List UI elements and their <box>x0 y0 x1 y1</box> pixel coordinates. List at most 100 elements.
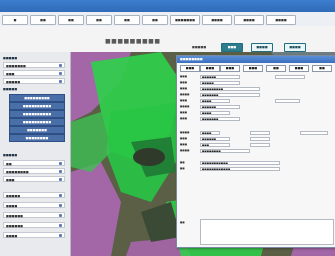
sidebar-item-label: ■■■ <box>6 178 15 182</box>
form-row: ■■ ■■■■■■■■■■■■ <box>180 167 332 171</box>
sidebar-item-11[interactable]: ■■■■ <box>3 232 65 238</box>
sidebar-item-label: ■■■■■■■■ <box>6 170 29 174</box>
sidebar-subbutton-6[interactable]: ■■■■■■■■ <box>9 134 65 142</box>
dialog-button-4[interactable]: ■■■ <box>243 65 263 72</box>
sidebar-section-1-title: ■■■■■ <box>3 56 18 60</box>
sidebar-item-8[interactable]: ■■■■ <box>3 202 65 208</box>
expand-icon <box>59 64 62 67</box>
field-label: ■■ <box>180 161 185 164</box>
field-input[interactable]: ■■■■■■■■■ <box>200 87 260 91</box>
sidebar-subbutton-2[interactable]: ■■■■■■■■■■ <box>9 102 65 110</box>
sidebar-item-label: ■■■■■■ <box>6 214 24 218</box>
menu-item-3[interactable]: ■■ <box>58 15 84 25</box>
menu-item-10[interactable]: ■■■■ <box>266 15 296 25</box>
form-row: ■■■■■■■■■■■■ <box>180 149 332 153</box>
field-input[interactable]: ■■■■■■■ <box>200 117 240 121</box>
sidebar-item-4[interactable]: ■■ <box>3 160 65 166</box>
field-label: ■■■ <box>180 81 188 84</box>
sidebar-item-label: ■■■■■■■ <box>6 64 26 68</box>
sidebar-item-10[interactable]: ■■■■■■ <box>3 222 65 228</box>
sidebar-item-9[interactable]: ■■■■■■ <box>3 212 65 218</box>
title-bar <box>0 0 335 12</box>
menu-item-6[interactable]: ■■ <box>142 15 168 25</box>
expand-icon <box>59 194 62 197</box>
sidebar-item-label: ■■ <box>6 162 12 166</box>
field-input[interactable]: ■■■■■■■■■■■■ <box>200 167 280 171</box>
field-input[interactable]: ■■■■■■ <box>200 105 240 109</box>
field-label: ■■■ <box>180 143 188 146</box>
sidebar-item-label: ■■■■■ <box>6 194 21 198</box>
form-row: ■■■■ ■■■■■■■ <box>180 93 332 97</box>
dialog-title: ■■■■■■■■ <box>177 56 335 63</box>
field-input[interactable]: ■■■■■■ <box>200 137 230 141</box>
expand-icon <box>59 204 62 207</box>
sidebar-item-5[interactable]: ■■■■■■■■ <box>3 168 65 174</box>
sidebar-section-3-title: ■■■■■ <box>3 153 18 157</box>
field-input-secondary[interactable] <box>250 143 270 147</box>
expand-icon <box>59 162 62 165</box>
expand-icon <box>59 178 62 181</box>
field-input-secondary[interactable] <box>275 75 305 79</box>
field-label: ■■■ <box>180 111 188 114</box>
sidebar-subbutton-5[interactable]: ■■■■■■■ <box>9 126 65 134</box>
field-input[interactable]: ■■■■■■■■ <box>200 149 250 153</box>
menu-item-5[interactable]: ■■ <box>114 15 140 25</box>
sidebar-item-6[interactable]: ■■■ <box>3 176 65 182</box>
menu-item-2[interactable]: ■■ <box>30 15 56 25</box>
sidebar-item-7[interactable]: ■■■■■ <box>3 192 65 198</box>
menu-item-1[interactable]: ■ <box>2 15 28 25</box>
sidebar-item-label: ■■■■ <box>6 234 18 238</box>
toolbar-button-1[interactable]: ■■■ <box>221 43 243 52</box>
menu-item-4[interactable]: ■■ <box>86 15 112 25</box>
field-input[interactable]: ■■■■ <box>200 131 220 135</box>
dialog-button-3[interactable]: ■■■ <box>220 65 240 72</box>
field-input[interactable]: ■■■■■■■■■■■ <box>200 161 280 165</box>
field-input[interactable]: ■■■ <box>200 143 230 147</box>
field-input[interactable]: ■■■■ <box>200 111 230 115</box>
sidebar-item-1[interactable]: ■■■■■■■ <box>3 62 65 68</box>
sidebar-item-2[interactable]: ■■■ <box>3 70 65 76</box>
menu-item-8[interactable]: ■■■■ <box>202 15 232 25</box>
note-label: ■■ <box>180 221 185 224</box>
expand-icon <box>59 170 62 173</box>
dialog-button-1[interactable]: ■■■ <box>180 65 200 72</box>
form-row: ■■■■■■■■ <box>180 81 332 85</box>
form-row: ■■■ ■■■■ <box>180 99 332 103</box>
field-input-secondary[interactable] <box>250 131 270 135</box>
form-row: ■■■■■■■■■■ <box>180 105 332 109</box>
form-row: ■■■■■■■■■■ <box>180 117 332 121</box>
field-input-secondary[interactable] <box>275 99 300 103</box>
field-label: ■■■■ <box>180 93 190 96</box>
sidebar-item-label: ■■■■ <box>6 204 18 208</box>
field-input-secondary[interactable] <box>250 137 270 141</box>
toolbar-button-2[interactable]: ■■■■ <box>251 43 273 52</box>
field-input-secondary[interactable] <box>300 131 328 135</box>
expand-icon <box>59 214 62 217</box>
expand-icon <box>59 234 62 237</box>
field-label: ■■■■ <box>180 131 190 134</box>
field-input[interactable]: ■■■■ <box>200 99 230 103</box>
field-label: ■■■ <box>180 117 188 120</box>
sidebar-item-label: ■■■ <box>6 72 15 76</box>
expand-icon <box>59 80 62 83</box>
dialog-button-7[interactable]: ■■ <box>312 65 332 72</box>
menu-item-9[interactable]: ■■■■ <box>234 15 264 25</box>
dialog-button-6[interactable]: ■■■ <box>289 65 309 72</box>
field-input[interactable]: ■■■■■■■ <box>200 93 260 97</box>
form-row: ■■ ■■■■■■■■■■■ <box>180 161 332 165</box>
note-textarea[interactable] <box>200 219 334 245</box>
field-input[interactable]: ■■■■■ <box>200 81 240 85</box>
form-row: ■■■ ■■■■■■ <box>180 137 332 141</box>
toolbar-button-3[interactable]: ■■■■ <box>284 43 306 52</box>
toolbar-label: ■■■■■ <box>192 45 207 49</box>
dialog-button-5[interactable]: ■■ <box>266 65 286 72</box>
sidebar-subbutton-3[interactable]: ■■■■■■■■■■ <box>9 110 65 118</box>
sidebar-subbutton-1[interactable]: ■■■■■■■■■ <box>9 94 65 102</box>
field-input[interactable]: ■■■■■■ <box>200 75 240 79</box>
sidebar-subbutton-4[interactable]: ■■■■■■■■■■ <box>9 118 65 126</box>
sidebar-item-3[interactable]: ■■■■■ <box>3 78 65 84</box>
attribute-dialog: ■■■■■■■■ ■■■ ■■■ ■■■ ■■■ ■■ ■■■ ■■ ■■■ ■■… <box>176 55 335 248</box>
dialog-button-2[interactable]: ■■■ <box>200 65 220 72</box>
menu-item-7[interactable]: ■■■■■■■ <box>170 15 200 25</box>
sidebar: ■■■■■ ■■■■■■■ ■■■ ■■■■■ ■■■■■ ■■■■■■■■■ … <box>0 52 71 256</box>
